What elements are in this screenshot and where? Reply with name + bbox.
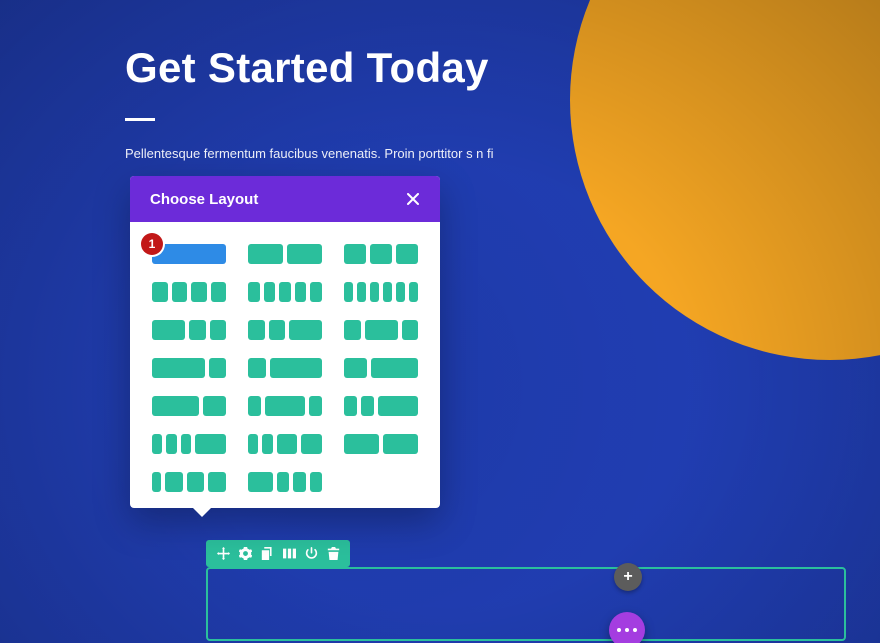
layout-option[interactable] [152, 320, 226, 340]
gear-icon[interactable] [234, 543, 256, 565]
layout-option[interactable] [152, 472, 226, 492]
layout-option[interactable] [152, 358, 226, 378]
layout-option[interactable] [344, 320, 418, 340]
layout-option[interactable] [152, 434, 226, 454]
layout-option[interactable] [344, 396, 418, 416]
title-underline [125, 118, 155, 121]
layout-option[interactable] [248, 358, 322, 378]
popover-caret [192, 507, 212, 517]
page-background: Get Started Today Pellentesque fermentum… [0, 0, 880, 643]
step-badge: 1 [141, 233, 163, 255]
columns-icon[interactable] [278, 543, 300, 565]
layout-option[interactable] [344, 434, 418, 454]
layout-option[interactable]: 1 [152, 244, 226, 264]
page-title: Get Started Today [125, 44, 645, 92]
layout-option[interactable] [248, 320, 322, 340]
layout-option[interactable] [248, 472, 322, 492]
layout-option[interactable] [152, 396, 226, 416]
popover-header: Choose Layout [130, 176, 440, 222]
layout-option[interactable] [248, 396, 322, 416]
row-toolbar [206, 540, 350, 567]
close-icon[interactable] [400, 186, 426, 212]
choose-layout-popover: Choose Layout 1 [130, 176, 440, 508]
layout-option[interactable] [152, 282, 226, 302]
power-icon[interactable] [300, 543, 322, 565]
layout-option[interactable] [344, 282, 418, 302]
layout-option[interactable] [248, 244, 322, 264]
hero-lead-text: Pellentesque fermentum faucibus venenati… [125, 143, 505, 165]
layout-option[interactable] [248, 282, 322, 302]
row-outline[interactable] [206, 567, 846, 641]
move-icon[interactable] [212, 543, 234, 565]
layout-option[interactable] [248, 434, 322, 454]
hero-section: Get Started Today Pellentesque fermentum… [125, 44, 645, 165]
more-options-button[interactable] [609, 612, 645, 643]
layout-option[interactable] [344, 244, 418, 264]
popover-title: Choose Layout [150, 191, 258, 208]
layout-option[interactable] [344, 358, 418, 378]
duplicate-icon[interactable] [256, 543, 278, 565]
layout-grid: 1 [130, 222, 440, 508]
trash-icon[interactable] [322, 543, 344, 565]
plus-icon: + [623, 568, 632, 586]
add-row-button[interactable]: + [614, 563, 642, 591]
